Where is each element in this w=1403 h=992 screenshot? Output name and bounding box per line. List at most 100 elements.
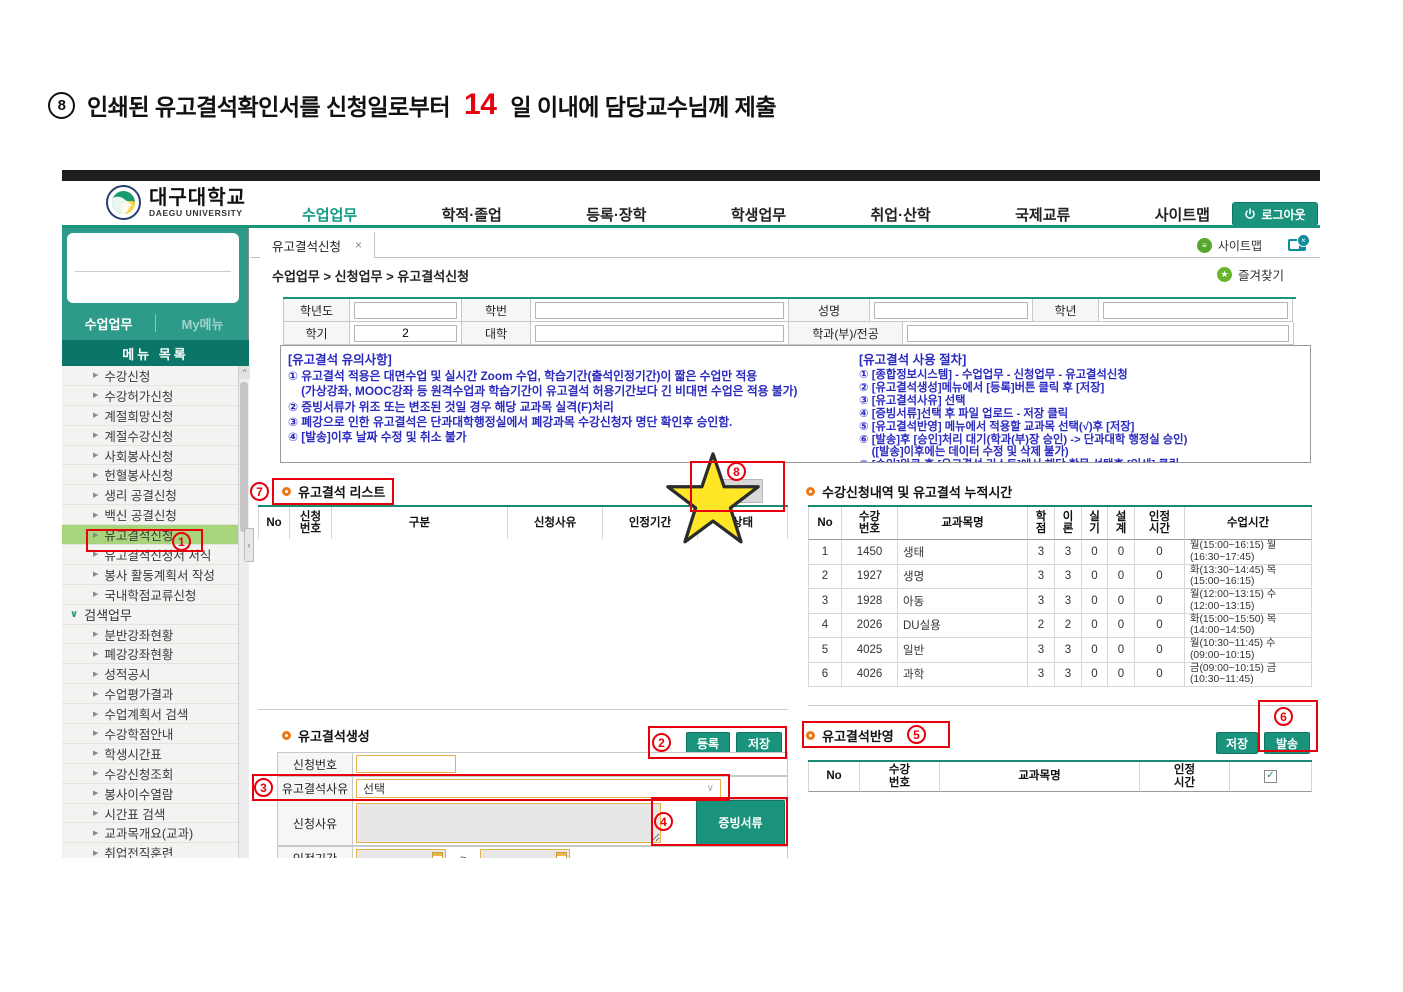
sidebar-tabs: 수업업무 My메뉴: [62, 308, 249, 338]
scrollbar-thumb[interactable]: [240, 382, 248, 532]
student-id-input[interactable]: [535, 302, 784, 319]
calendar-icon[interactable]: [432, 852, 443, 858]
arrow-right-icon: ▶: [93, 769, 98, 777]
enrollment-cell: 0: [1082, 663, 1108, 688]
year-input[interactable]: [354, 302, 457, 319]
sidebar-item[interactable]: ▶수강학점안내: [62, 724, 238, 744]
name-input[interactable]: [874, 302, 1028, 319]
enrollment-cell: 1: [808, 540, 842, 565]
calendar-icon[interactable]: [556, 852, 567, 858]
sidebar-item[interactable]: ▶헌혈봉사신청: [62, 465, 238, 485]
nav-item-학적·졸업[interactable]: 학적·졸업: [442, 204, 502, 225]
grade-input[interactable]: [1103, 302, 1288, 319]
sidebar-menu-list: ▶수강신청▶수강허가신청▶계절희망신청▶계절수강신청▶사회봉사신청▶헌혈봉사신청…: [62, 366, 238, 858]
note-days: 14: [462, 88, 498, 122]
sidebar-item[interactable]: ▶봉사 활동계획서 작성: [62, 565, 238, 585]
sidebar-tab-mymenu[interactable]: My메뉴: [156, 314, 249, 333]
apply-no-label: 신청번호: [277, 752, 353, 776]
sidebar-item[interactable]: ▶시간표 검색: [62, 804, 238, 824]
chevron-down-icon: ∨: [70, 609, 78, 620]
select-all-checkbox[interactable]: ✓: [1264, 770, 1277, 783]
sidebar-item[interactable]: ▶수강신청: [62, 366, 238, 386]
sidebar-item[interactable]: ∨검색업무: [62, 605, 238, 625]
document-tab[interactable]: 유고결석신청 ×: [260, 232, 375, 258]
sitemap-link[interactable]: ≡ 사이트맵: [1197, 237, 1262, 254]
sidebar-item[interactable]: ▶유고결석신청: [62, 525, 238, 545]
enrollment-cell: 0: [1135, 565, 1185, 590]
column-header: 상태: [698, 507, 788, 540]
enrollment-cell: 과학: [898, 663, 1028, 688]
arrow-right-icon: ▶: [93, 690, 98, 698]
sidebar-tab-work[interactable]: 수업업무: [62, 314, 155, 333]
sidebar-item-label: 수업평가결과: [104, 684, 173, 703]
apply-save-button[interactable]: 저장: [1216, 732, 1258, 754]
scroll-up-icon[interactable]: ^: [239, 366, 250, 379]
sidebar-item[interactable]: ▶교과목개요(교과): [62, 823, 238, 843]
sidebar-item[interactable]: ▶계절희망신청: [62, 406, 238, 426]
sidebar-item[interactable]: ▶ 수강신청조회: [62, 764, 238, 784]
portal-window: 대구대학교 DAEGU UNIVERSITY 수업업무 학적·졸업 등록·장학 학생업…: [62, 170, 1320, 858]
sidebar-item[interactable]: ▶ 수업평가결과: [62, 684, 238, 704]
enrollment-cell: 0: [1135, 638, 1185, 663]
sidebar-item[interactable]: ▶백신 공결신청: [62, 505, 238, 525]
logout-button[interactable]: 로그아웃: [1232, 202, 1318, 226]
sidebar-item[interactable]: ▶계절수강신청: [62, 426, 238, 446]
divider-line: [808, 705, 1312, 706]
enrollment-cell: 3: [1055, 589, 1082, 614]
dept-input[interactable]: [907, 325, 1289, 342]
sidebar-item[interactable]: ▶폐강강좌현황: [62, 644, 238, 664]
sidebar-item[interactable]: ▶학생시간표: [62, 744, 238, 764]
sidebar-item[interactable]: ▶수업계획서 검색: [62, 704, 238, 724]
sidebar-item[interactable]: ▶수강허가신청: [62, 386, 238, 406]
arrow-right-icon: ▶: [93, 590, 98, 598]
window-popup-icon[interactable]: [1288, 239, 1306, 251]
sidebar-item[interactable]: ▶유고결석신청서 서식: [62, 545, 238, 565]
favorite-link[interactable]: ★ 즐겨찾기: [1217, 265, 1284, 284]
register-button[interactable]: 등록: [686, 732, 730, 754]
nav-item-취업·산학[interactable]: 취업·산학: [871, 204, 931, 225]
sidebar-item[interactable]: ▶국내학점교류신청: [62, 585, 238, 605]
evidence-button[interactable]: 증빙서류: [696, 800, 785, 845]
university-logo[interactable]: 대구대학교 DAEGU UNIVERSITY: [106, 185, 246, 220]
sidebar-scrollbar[interactable]: ^: [238, 366, 249, 858]
sidebar-item-label: 취업전직훈련: [104, 843, 173, 858]
apply-no-input[interactable]: [356, 755, 456, 773]
enrollment-cell: 0: [1108, 540, 1135, 565]
enrollment-cell: 0: [1082, 614, 1108, 639]
period-end-input[interactable]: [480, 849, 570, 858]
enrollment-cell: 월(15:00~16:15) 월(16:30~17:45): [1185, 540, 1312, 565]
period-label: 인정기간: [277, 846, 353, 858]
sidebar-item-label: 수강신청조회: [104, 764, 173, 783]
nav-item-사이트맵[interactable]: 사이트맵: [1155, 204, 1210, 225]
print-button[interactable]: 인쇄: [706, 479, 763, 503]
sidebar-item[interactable]: ▶봉사이수열람: [62, 784, 238, 804]
nav-item-수업업무[interactable]: 수업업무: [302, 204, 357, 225]
term-input[interactable]: [354, 325, 457, 342]
nav-item-학생업무[interactable]: 학생업무: [731, 204, 786, 225]
college-input[interactable]: [535, 325, 784, 342]
notice-box: [유고결석 유의사항] ① 유고결석 적용은 대면수업 및 실시간 Zoom 수…: [280, 345, 1311, 463]
section-bullet-icon: [282, 487, 291, 496]
enrollment-cell: 3: [1028, 565, 1055, 590]
reason-type-select[interactable]: 선택 ∨: [356, 779, 721, 798]
apply-table: No수강 번호교과목명인정 시간✓: [808, 760, 1312, 792]
sidebar-item[interactable]: ▶성적공시: [62, 664, 238, 684]
enrollment-cell: 0: [1082, 540, 1108, 565]
nav-item-국제교류[interactable]: 국제교류: [1015, 204, 1070, 225]
sidebar-item-label: 계절희망신청: [104, 406, 173, 425]
create-save-button[interactable]: 저장: [736, 732, 782, 754]
sidebar-item[interactable]: ▶생리 공결신청: [62, 485, 238, 505]
enrollment-header: No수강 번호교과목명학 점이 론실 기설 계인정 시간수업시간: [808, 507, 1312, 540]
close-icon[interactable]: ×: [355, 238, 362, 252]
sidebar-item[interactable]: ▶취업전직훈련: [62, 843, 238, 858]
sidebar-collapse-handle[interactable]: ‹: [244, 528, 254, 562]
notice-line: ④ [발송]이후 날짜 수정 및 취소 불가: [288, 430, 848, 445]
reason-textarea[interactable]: [356, 803, 661, 843]
period-start-input[interactable]: [356, 849, 446, 858]
sidebar-item[interactable]: ▶분반강좌현황: [62, 625, 238, 645]
sidebar-item[interactable]: ▶사회봉사신청: [62, 446, 238, 466]
nav-item-등록·장학[interactable]: 등록·장학: [586, 204, 646, 225]
send-button[interactable]: 발송: [1264, 732, 1310, 754]
enrollment-cell: 0: [1135, 589, 1185, 614]
column-header: 신청사유: [508, 507, 603, 540]
